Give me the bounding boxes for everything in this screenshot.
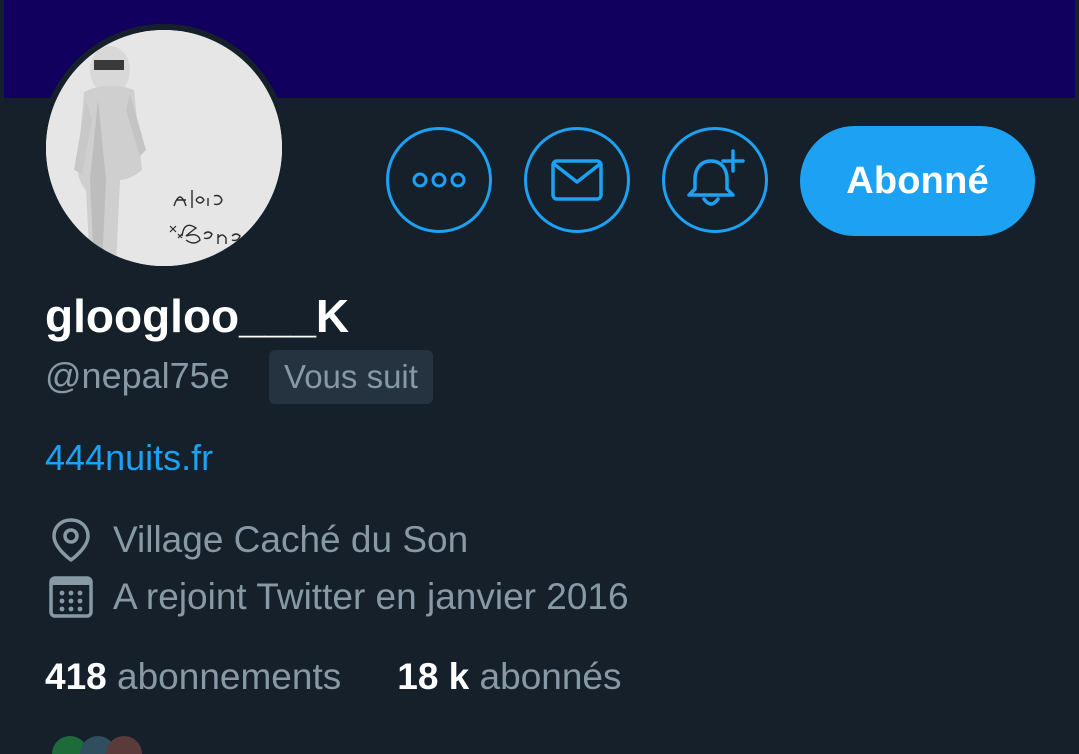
followers-count-link[interactable]: 18 k abonnés [397,652,621,702]
avatar-image [46,30,282,266]
following-count-link[interactable]: 418 abonnements [45,652,341,702]
profile-avatar[interactable] [40,24,288,272]
mail-icon [551,159,603,201]
followed-by-avatars[interactable] [48,734,148,754]
bell-plus-icon [687,149,745,206]
more-horizontal-icon [412,172,466,188]
joined-text: A rejoint Twitter en janvier 2016 [113,576,629,617]
following-button[interactable]: Abonné [800,126,1035,236]
following-count: 418 [45,656,107,697]
user-handle: @nepal75e [45,355,230,396]
joined-row: A rejoint Twitter en janvier 2016 [45,573,629,621]
notifications-button[interactable] [662,127,768,233]
website-link[interactable]: 444nuits.fr [45,434,213,482]
location-text: Village Caché du Son [113,519,469,560]
location-row: Village Caché du Son [45,516,468,564]
count-spacer [341,652,397,702]
more-options-button[interactable] [386,127,492,233]
follows-you-badge: Vous suit [269,350,433,404]
calendar-icon [45,573,97,621]
display-name: gloogloo___K [45,290,350,342]
message-button[interactable] [524,127,630,233]
following-label: abonnements [117,656,342,697]
followers-label: abonnés [479,656,622,697]
followers-count: 18 k [397,656,470,697]
avatar-photo [46,30,282,266]
location-pin-icon [45,516,97,564]
follow-counts: 418 abonnements 18 k abonnés [45,652,622,702]
